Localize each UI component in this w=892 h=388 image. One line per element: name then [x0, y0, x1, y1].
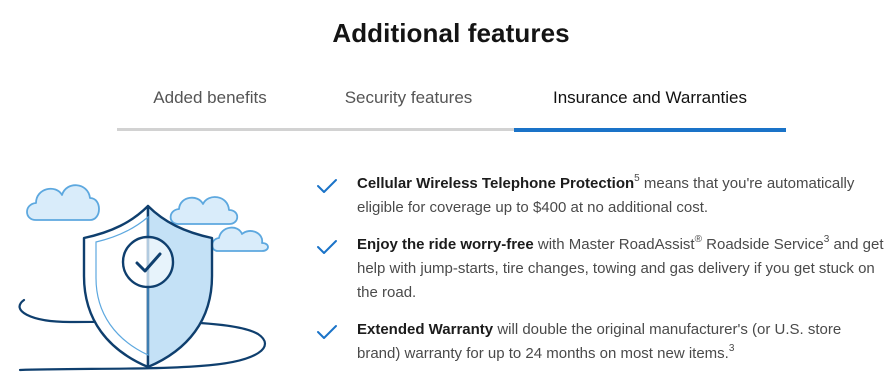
feature-tabs: Added benefits Security features Insuran… [117, 78, 786, 134]
footnote-ref: 3 [823, 234, 830, 245]
tab-insurance-and-warranties[interactable]: Insurance and Warranties [514, 78, 786, 118]
feature-title: Enjoy the ride worry-free [357, 236, 534, 253]
registered-mark: ® [694, 234, 702, 245]
feature-title: Cellular Wireless Telephone Protection [357, 175, 635, 192]
active-tab-indicator [514, 128, 786, 132]
check-icon [317, 240, 337, 254]
footnote-ref: 3 [728, 343, 735, 354]
feature-list: Cellular Wireless Telephone Protection5 … [316, 172, 886, 366]
shield-check-illustration [18, 184, 269, 372]
tab-security-features[interactable]: Security features [303, 78, 514, 118]
check-icon [317, 179, 337, 193]
cloud-icon [26, 184, 100, 221]
feature-text: Roadside Service [701, 236, 824, 253]
check-icon [317, 325, 337, 339]
list-item: Enjoy the ride worry-free with Master Ro… [316, 233, 886, 305]
shield-icon [82, 204, 214, 369]
feature-title: Extended Warranty [357, 321, 494, 338]
footnote-ref: 5 [634, 173, 640, 184]
page-title: Additional features [332, 18, 570, 48]
list-item: Extended Warranty will double the origin… [316, 318, 886, 366]
tab-added-benefits[interactable]: Added benefits [117, 78, 303, 118]
feature-text: with Master RoadAssist [533, 236, 695, 253]
list-item: Cellular Wireless Telephone Protection5 … [316, 172, 886, 220]
